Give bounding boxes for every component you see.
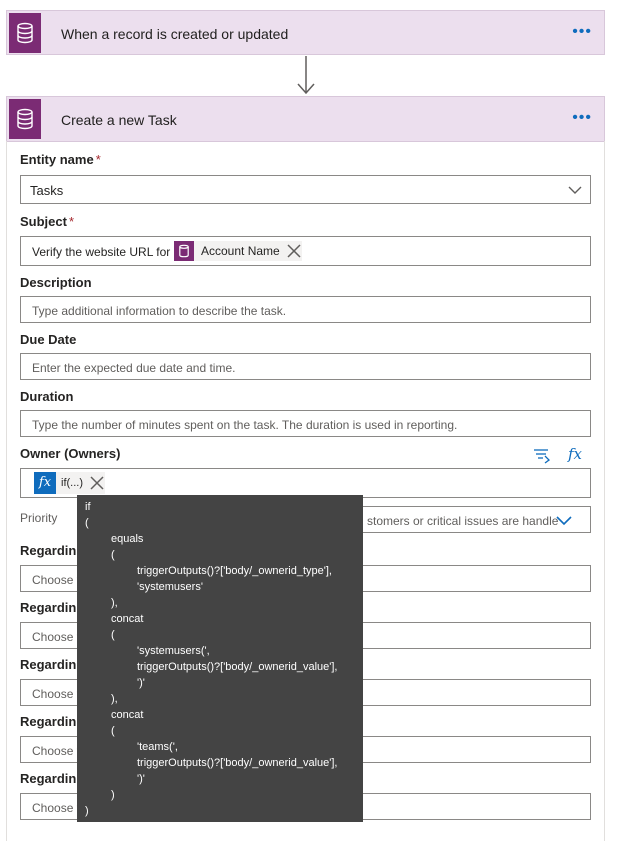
regarding-placeholder-2: Choose t xyxy=(32,630,81,644)
tooltip-line: ), xyxy=(111,693,118,705)
trigger-title: When a record is created or updated xyxy=(61,26,289,42)
entity-name-dropdown[interactable]: Tasks xyxy=(20,175,591,204)
expression-tooltip: if ( equals ( triggerOutputs()?['body/_owner… xyxy=(77,495,363,822)
priority-value: stomers or critical issues are handle xyxy=(367,514,559,528)
fx-token-icon: fx xyxy=(34,472,56,494)
regarding-placeholder-4: Choose t xyxy=(32,744,81,758)
description-input[interactable]: Type additional information to describe … xyxy=(20,296,591,323)
owner-label: Owner (Owners) xyxy=(20,446,121,461)
dataverse-token-icon xyxy=(174,241,194,261)
tooltip-line: ( xyxy=(111,725,115,737)
trigger-more-options-button[interactable]: ••• xyxy=(572,23,592,41)
tooltip-line: triggerOutputs()?['body/_ownerid_value']… xyxy=(137,757,338,769)
duration-placeholder: Type the number of minutes spent on the … xyxy=(32,418,458,432)
action-title: Create a new Task xyxy=(61,112,177,128)
entity-name-label: Entity name * xyxy=(20,152,101,167)
tooltip-line: ( xyxy=(111,629,115,641)
subject-label: Subject * xyxy=(20,214,75,229)
remove-token-icon[interactable] xyxy=(89,475,105,491)
duration-label: Duration xyxy=(20,389,74,404)
due-date-input[interactable]: Enter the expected due date and time. xyxy=(20,353,591,380)
owner-token-label: if(...) xyxy=(61,477,83,489)
regarding-placeholder-1: Choose t xyxy=(32,573,81,587)
tooltip-line: ), xyxy=(111,597,118,609)
dataverse-connector-icon xyxy=(9,99,41,139)
regarding-label-3: Regardin xyxy=(20,657,77,672)
chevron-down-icon xyxy=(556,516,572,526)
action-card-header[interactable]: Create a new Task ••• xyxy=(6,96,605,142)
regarding-label-5: Regardin xyxy=(20,771,77,786)
tooltip-line: if xyxy=(85,501,91,513)
tooltip-line: ( xyxy=(85,517,89,529)
format-data-icon[interactable] xyxy=(533,446,551,464)
description-placeholder: Type additional information to describe … xyxy=(32,304,287,318)
tooltip-line: ')' xyxy=(137,677,145,689)
regarding-placeholder-3: Choose t xyxy=(32,687,81,701)
fx-expression-icon[interactable]: fx xyxy=(568,445,582,463)
regarding-label-4: Regardin xyxy=(20,714,77,729)
duration-input[interactable]: Type the number of minutes spent on the … xyxy=(20,410,591,437)
tooltip-line: 'systemusers(', xyxy=(137,645,210,657)
owner-expression-token[interactable]: fx if(...) xyxy=(34,472,105,494)
dataverse-connector-icon xyxy=(9,13,41,53)
regarding-label-2: Regardin xyxy=(20,600,77,615)
description-label: Description xyxy=(20,275,92,290)
tooltip-line: concat xyxy=(111,709,144,721)
tooltip-line: ')' xyxy=(137,773,145,785)
tooltip-line: triggerOutputs()?['body/_ownerid_value']… xyxy=(137,661,338,673)
remove-token-icon[interactable] xyxy=(286,243,302,259)
tooltip-line: triggerOutputs()?['body/_ownerid_type'], xyxy=(137,565,332,577)
due-date-placeholder: Enter the expected due date and time. xyxy=(32,361,236,375)
subject-input[interactable]: Verify the website URL for Account Name xyxy=(20,236,591,266)
subject-prefix-text: Verify the website URL for xyxy=(32,245,171,259)
flow-arrow-icon xyxy=(297,56,315,95)
tooltip-line: ) xyxy=(85,805,89,817)
due-date-label: Due Date xyxy=(20,332,77,347)
tooltip-line: 'systemusers' xyxy=(137,581,203,593)
action-more-options-button[interactable]: ••• xyxy=(572,109,592,127)
trigger-card-header[interactable]: When a record is created or updated ••• xyxy=(6,10,605,55)
chevron-down-icon xyxy=(568,186,582,194)
account-name-token[interactable]: Account Name xyxy=(174,241,302,261)
tooltip-line: ( xyxy=(111,549,115,561)
regarding-label-1: Regardin xyxy=(20,543,77,558)
regarding-placeholder-5: Choose t xyxy=(32,801,81,815)
tooltip-line: equals xyxy=(111,533,144,545)
entity-name-value: Tasks xyxy=(30,183,64,198)
tooltip-line: 'teams(', xyxy=(137,741,178,753)
tooltip-line: concat xyxy=(111,613,144,625)
priority-label: Priority xyxy=(20,511,58,525)
tooltip-line: ) xyxy=(111,789,115,801)
owner-input[interactable]: fx if(...) xyxy=(20,468,591,498)
account-name-token-label: Account Name xyxy=(201,244,280,258)
